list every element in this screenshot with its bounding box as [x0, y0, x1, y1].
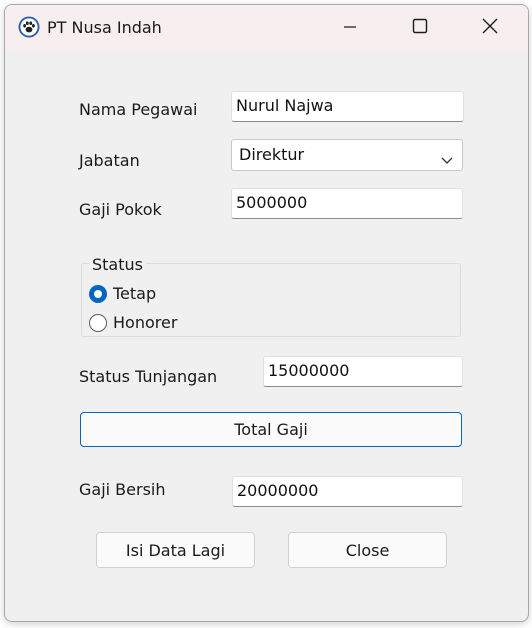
maximize-icon — [412, 18, 428, 38]
nama-pegawai-input[interactable]: Nurul Najwa — [231, 91, 464, 122]
gaji-bersih-label: Gaji Bersih — [79, 480, 166, 499]
paw-icon — [18, 16, 40, 38]
status-group-title: Status — [89, 255, 146, 274]
radio-tetap[interactable]: Tetap — [89, 284, 156, 303]
chevron-down-icon — [441, 150, 453, 164]
isi-data-lagi-button[interactable]: Isi Data Lagi — [96, 532, 255, 568]
jabatan-selected-value: Direktur — [239, 145, 305, 164]
maximize-button[interactable] — [397, 5, 443, 51]
total-gaji-button[interactable]: Total Gaji — [80, 412, 462, 447]
minimize-icon — [343, 19, 357, 38]
title-bar[interactable]: PT Nusa Indah — [5, 5, 528, 51]
close-window-button[interactable] — [467, 5, 513, 51]
close-button[interactable]: Close — [288, 532, 447, 568]
gaji-pokok-input[interactable]: 5000000 — [231, 188, 463, 219]
jabatan-label: Jabatan — [79, 151, 140, 170]
radio-unselected-icon — [89, 313, 107, 332]
radio-selected-icon — [89, 284, 107, 303]
status-tunjangan-input[interactable]: 15000000 — [263, 356, 463, 387]
gaji-pokok-label: Gaji Pokok — [79, 200, 162, 219]
window-title: PT Nusa Indah — [47, 18, 162, 37]
nama-pegawai-label: Nama Pegawai — [79, 100, 198, 119]
app-window: PT Nusa Indah Nama Pegawai Nurul Najwa J… — [4, 4, 529, 622]
jabatan-select[interactable]: Direktur — [231, 139, 463, 171]
minimize-button[interactable] — [327, 5, 373, 51]
radio-honorer-label: Honorer — [113, 313, 178, 332]
radio-honorer[interactable]: Honorer — [89, 313, 177, 332]
status-tunjangan-label: Status Tunjangan — [79, 367, 218, 386]
radio-tetap-label: Tetap — [113, 284, 157, 303]
close-icon — [482, 18, 498, 38]
gaji-bersih-input[interactable]: 20000000 — [232, 476, 463, 507]
